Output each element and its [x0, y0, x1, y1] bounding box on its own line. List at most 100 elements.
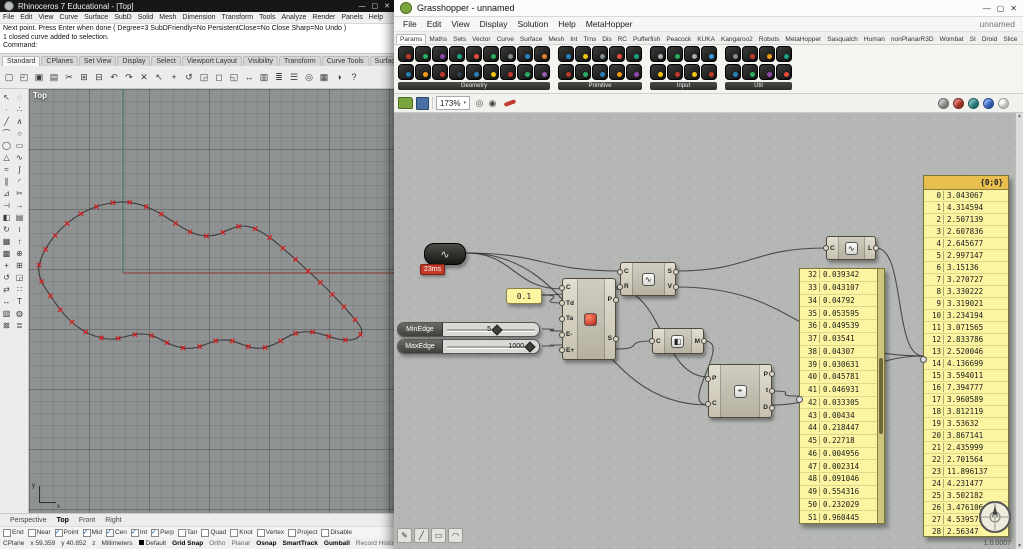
menu-item[interactable]: Solid: [135, 14, 157, 21]
param-icon[interactable]: [684, 46, 700, 62]
render-icon[interactable]: ◑: [332, 70, 346, 85]
param-icon[interactable]: [701, 64, 717, 80]
preview-sphere-icon[interactable]: [938, 97, 949, 109]
status-toggle[interactable]: Grid Snap: [172, 540, 203, 547]
osnap-toggle[interactable]: Project: [288, 528, 317, 537]
osnap-toggle[interactable]: Perp: [151, 528, 174, 537]
param-icon[interactable]: [592, 64, 608, 80]
menu-item[interactable]: Edit: [422, 19, 447, 29]
category-tab[interactable]: Slice: [1000, 35, 1020, 44]
param-icon[interactable]: [776, 64, 792, 80]
input-port[interactable]: C: [656, 338, 661, 345]
scroll-up-icon[interactable]: ▲: [1017, 113, 1022, 119]
osnap-checkbox[interactable]: [54, 528, 63, 537]
scrollbar-thumb[interactable]: [879, 357, 883, 435]
param-icon[interactable]: [650, 64, 666, 80]
viewport-top[interactable]: Top y x: [29, 89, 394, 513]
layers-icon[interactable]: ≣: [272, 70, 286, 85]
osnap-icon[interactable]: ◎: [302, 70, 316, 85]
category-tab[interactable]: Sasquatch: [824, 35, 861, 44]
window-button[interactable]: —: [359, 3, 366, 10]
pointer-icon[interactable]: ↖: [0, 91, 13, 103]
trim-icon[interactable]: ✂: [13, 187, 26, 199]
osnap-checkbox[interactable]: [105, 528, 114, 537]
param-icon[interactable]: [759, 46, 775, 62]
window-button[interactable]: ▢: [997, 4, 1005, 13]
mesh-icon[interactable]: ▩: [0, 247, 13, 259]
param-icon[interactable]: [626, 46, 642, 62]
param-icon[interactable]: [534, 64, 550, 80]
command-area[interactable]: Next point. Press Enter when done ( Degr…: [0, 24, 394, 54]
category-tab[interactable]: SI: [967, 35, 979, 44]
osnap-toggle[interactable]: Cen: [105, 528, 127, 537]
param-icon[interactable]: [432, 64, 448, 80]
value-panel[interactable]: 0.1: [506, 288, 542, 304]
component-edges[interactable]: C Td Ta E- E+ P S: [562, 278, 616, 360]
menu-item[interactable]: Solution: [513, 19, 554, 29]
extrude-icon[interactable]: ↑: [13, 235, 26, 247]
output-port[interactable]: S: [608, 335, 612, 342]
input-port[interactable]: C: [566, 284, 574, 291]
category-tab[interactable]: MetaHopper: [782, 35, 824, 44]
param-icon[interactable]: [483, 46, 499, 62]
boolean-icon[interactable]: ⊕: [13, 247, 26, 259]
component-m[interactable]: C ◧ M: [652, 328, 704, 354]
osnap-toggle[interactable]: Int: [130, 528, 147, 537]
viewport-tab[interactable]: Front: [79, 517, 95, 524]
param-icon[interactable]: [432, 46, 448, 62]
fillet-icon[interactable]: ◜: [13, 175, 26, 187]
component-curve-closest-point[interactable]: P C ⌖ Pt D: [708, 364, 772, 418]
status-toggle[interactable]: SmartTrack: [282, 540, 317, 547]
input-port[interactable]: P: [712, 375, 717, 382]
param-icon[interactable]: [725, 64, 741, 80]
input-port[interactable]: C: [712, 400, 717, 407]
param-icon[interactable]: [592, 46, 608, 62]
arc-icon[interactable]: ⌒: [0, 127, 13, 139]
eye-icon[interactable]: ◉: [486, 98, 499, 109]
osnap-checkbox[interactable]: [256, 528, 265, 537]
menu-item[interactable]: Render: [309, 14, 338, 21]
category-tab[interactable]: Kangaroo2: [718, 35, 756, 44]
revolve-icon[interactable]: ↻: [0, 223, 13, 235]
cplane-button[interactable]: CPlane: [3, 540, 24, 547]
input-port[interactable]: Td: [566, 300, 574, 307]
grasshopper-titlebar[interactable]: Grasshopper - unnamed — ▢ ✕: [394, 0, 1023, 17]
canvas-compass-icon[interactable]: [977, 499, 1013, 535]
surface-icon[interactable]: ◧: [0, 211, 13, 223]
toolbar-tab[interactable]: Curve Tools: [321, 56, 369, 66]
menu-item[interactable]: Transform: [219, 14, 257, 21]
param-icon[interactable]: [415, 46, 431, 62]
param-icon[interactable]: [466, 46, 482, 62]
properties-icon[interactable]: ☰: [287, 70, 301, 85]
ellipse-icon[interactable]: ◯: [0, 139, 13, 151]
rectangle-icon[interactable]: ▭: [13, 139, 26, 151]
status-toggle[interactable]: Gumball: [324, 540, 350, 547]
category-tab[interactable]: RC: [615, 35, 630, 44]
menu-item[interactable]: Analyze: [278, 14, 309, 21]
chevron-down-icon[interactable]: ▾: [463, 100, 466, 106]
status-toggle[interactable]: Ortho: [209, 540, 225, 547]
save-file-icon[interactable]: [416, 96, 429, 110]
helix-icon[interactable]: ∫: [13, 163, 26, 175]
panel-scrollbar[interactable]: [877, 269, 884, 523]
extend-icon[interactable]: →: [13, 199, 26, 211]
ribbon-group-label[interactable]: Geometry: [398, 82, 550, 90]
menu-item[interactable]: View: [446, 19, 474, 29]
osnap-checkbox[interactable]: [230, 528, 239, 537]
param-icon[interactable]: [517, 64, 533, 80]
osnap-toggle[interactable]: Mid: [82, 528, 102, 537]
scale-icon[interactable]: ◲: [197, 70, 211, 85]
param-icon[interactable]: [742, 64, 758, 80]
input-port[interactable]: E-: [566, 331, 574, 338]
param-icon[interactable]: [701, 46, 717, 62]
param-icon[interactable]: [626, 64, 642, 80]
osnap-toggle[interactable]: Knot: [230, 528, 253, 537]
toolbar-tab[interactable]: Display: [117, 56, 151, 66]
category-tab[interactable]: Mesh: [545, 35, 567, 44]
menu-item[interactable]: Edit: [17, 14, 35, 21]
undo-icon[interactable]: ↶: [107, 70, 121, 85]
print-icon[interactable]: ▤: [47, 70, 61, 85]
param-icon[interactable]: [449, 64, 465, 80]
param-icon[interactable]: [575, 46, 591, 62]
status-units[interactable]: Millimeters: [101, 540, 132, 547]
